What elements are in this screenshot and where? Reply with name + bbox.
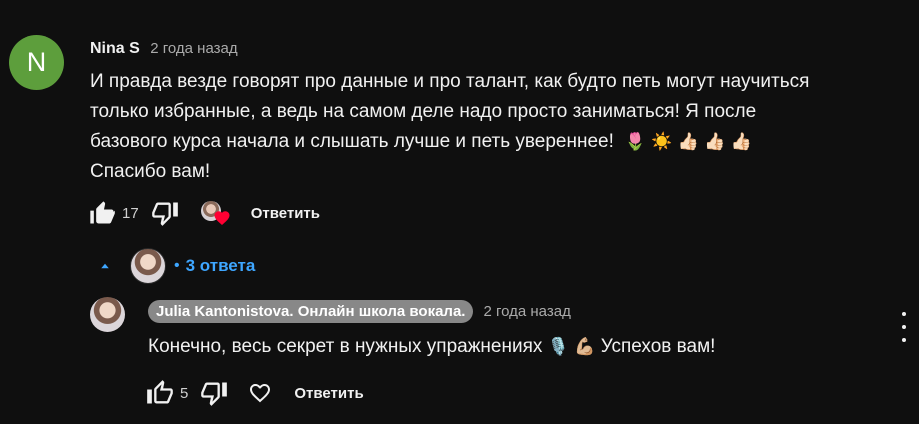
menu-dot [902,325,906,329]
channel-owner-badge[interactable]: Julia Kantonistova. Онлайн школа вокала. [148,300,474,323]
thumb-down-icon [151,202,178,226]
reply-heart-button[interactable] [244,377,276,409]
thumb-up-icon [147,380,173,404]
avatar-letter: N [26,47,47,77]
menu-dot [902,338,906,342]
creator-heart-badge [200,197,233,229]
replier-avatar [130,248,166,284]
comment-text: И правда везде говорят про данные и про … [90,67,890,187]
comment-header: Nina S 2 года назад [90,38,238,60]
comment-emojis: 🌷 ☀️ 👍🏻 👍🏻 👍🏻 [624,132,752,152]
reply-author-avatar[interactable] [90,297,125,332]
thumb-up-icon [90,201,115,224]
reply-like-count: 5 [180,384,189,402]
reply-like-button[interactable] [144,377,176,409]
dislike-button[interactable] [149,197,181,229]
reply-actions: 5 Ответить [144,377,364,409]
like-count: 17 [122,204,139,222]
separator-dot: • [174,257,180,274]
like-button[interactable] [86,197,118,229]
heart-outline-icon [250,384,271,403]
more-vert-icon[interactable] [896,312,912,342]
reply-dislike-button[interactable] [198,377,230,409]
reply-text-tail: Успехов вам! [600,336,716,357]
author-avatar[interactable]: N [9,35,64,90]
reply-reply-button[interactable]: Ответить [294,385,363,402]
comment-line-2: только избранные, а ведь на самом деле н… [90,101,757,122]
replies-count-label: 3 ответа [185,256,256,275]
creator-heart-icon [214,211,230,226]
comment-line-1: И правда везде говорят про данные и про … [90,71,810,92]
thumb-down-icon [201,382,228,406]
comment-line-4: Спасибо вам! [90,161,211,182]
reply-text: Конечно, весь секрет в нужных упражнения… [148,333,715,361]
comment-actions: 17 Ответить [86,197,320,229]
reply-timestamp[interactable]: 2 года назад [483,303,570,320]
menu-dot [902,312,906,316]
author-name[interactable]: Nina S [90,40,140,57]
reply-button[interactable]: Ответить [251,205,320,222]
comment-line-3-text: базового курса начала и слышать лучше и … [90,131,614,152]
comment-timestamp[interactable]: 2 года назад [150,40,237,57]
reply-text-main: Конечно, весь секрет в нужных упражнения… [148,336,543,357]
reply-header: Julia Kantonistova. Онлайн школа вокала.… [148,300,571,323]
reply-emojis: 🎙️ 💪🏼 [547,337,596,357]
replies-toggle[interactable]: • 3 ответа [96,248,255,284]
comment-line-3: базового курса начала и слышать лучше и … [90,127,890,157]
chevron-up-icon [101,263,109,269]
